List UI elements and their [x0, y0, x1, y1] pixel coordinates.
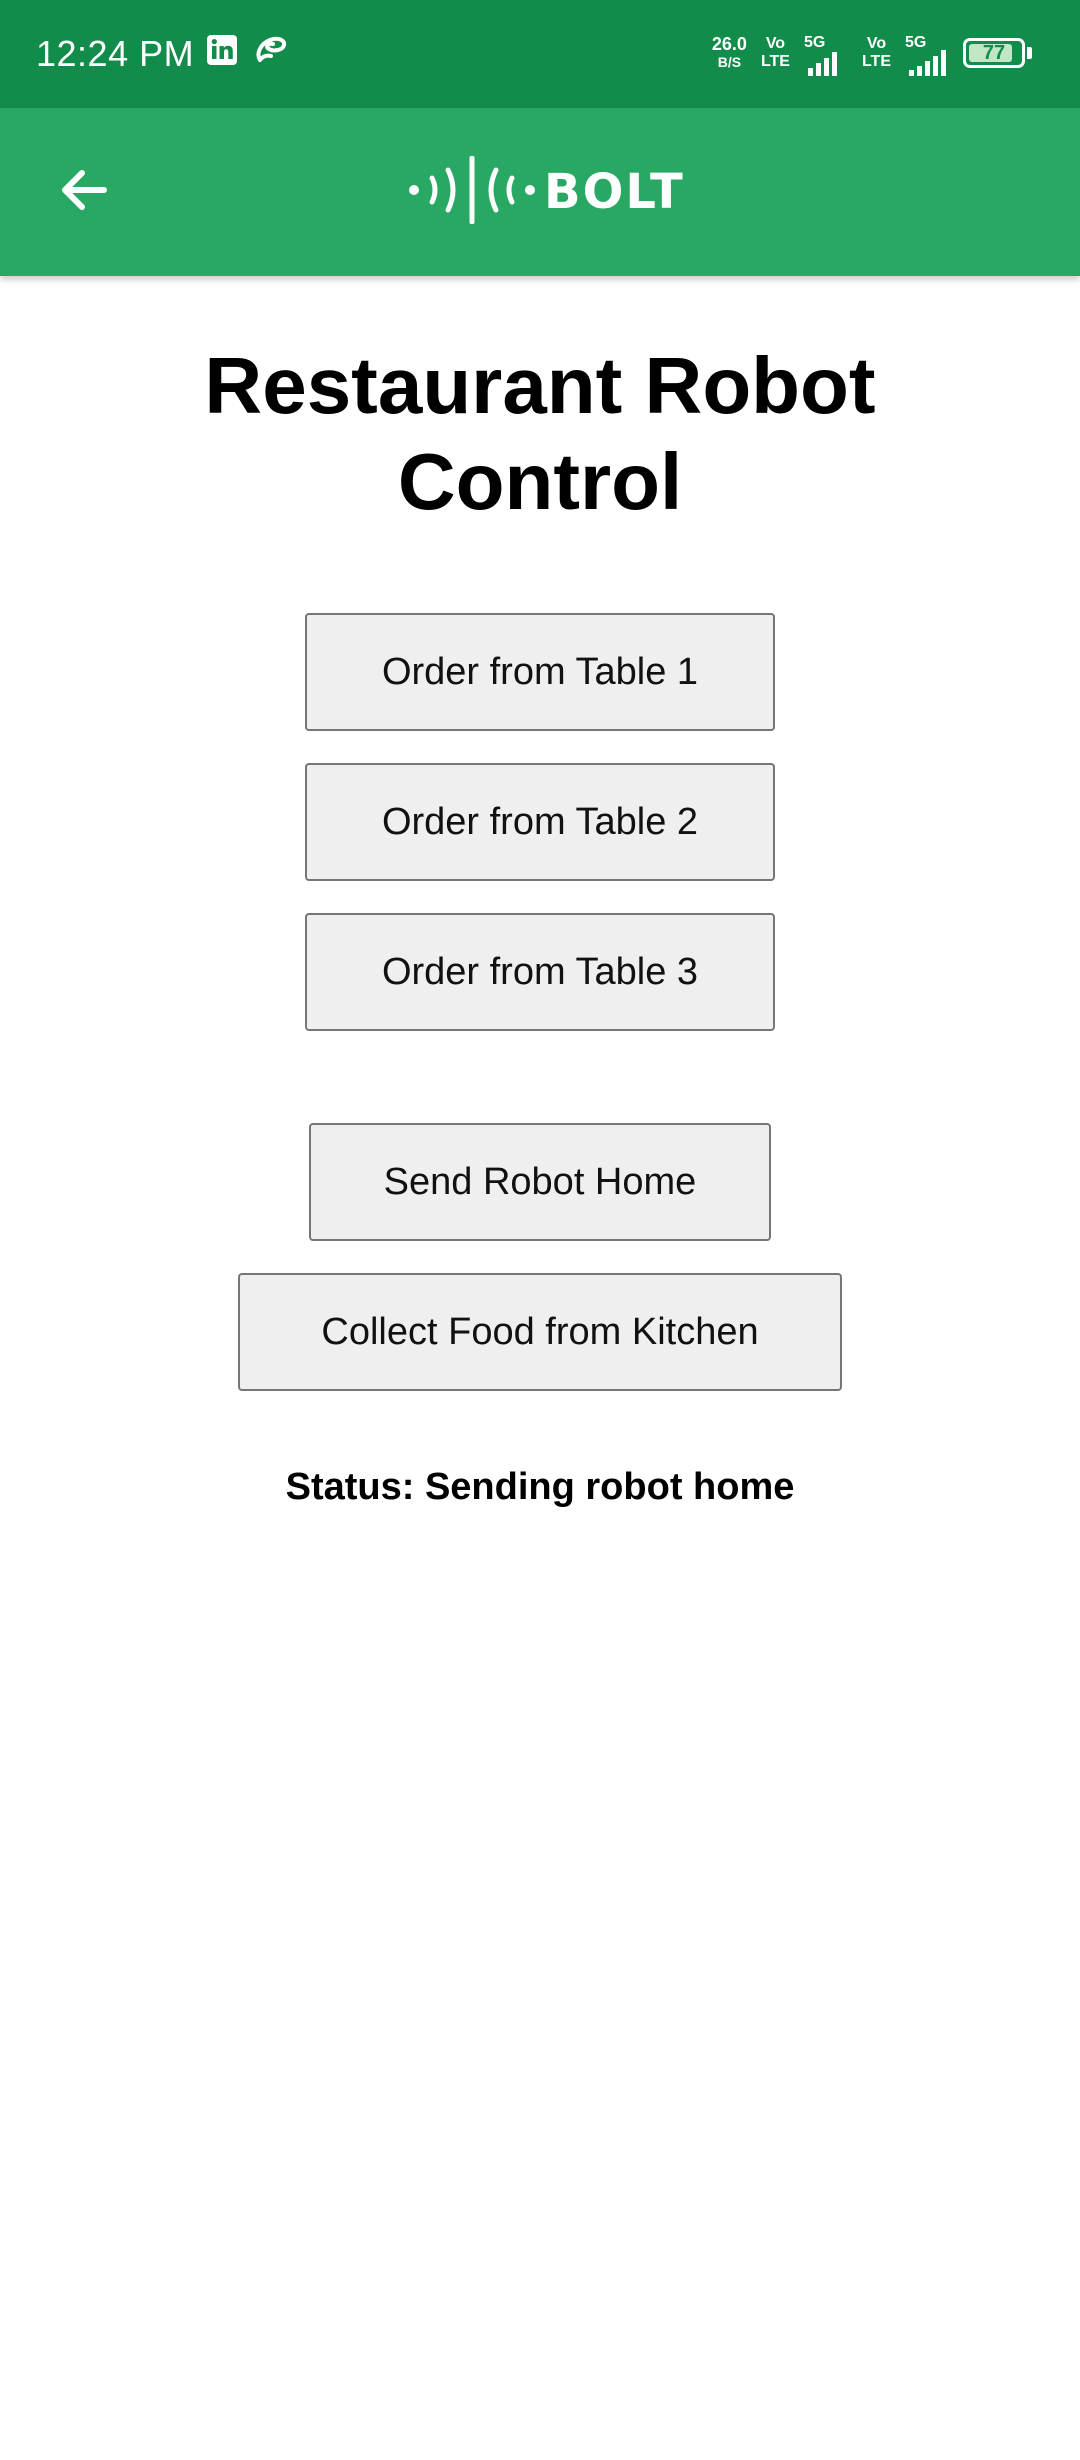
page-title: Restaurant Robot Control	[204, 341, 876, 526]
bolt-logo-text: BOLT	[544, 164, 685, 220]
sim2-signal-icon: 5G	[905, 30, 949, 76]
sim2-network-type: 5G	[905, 34, 927, 51]
battery-icon: 77	[963, 38, 1032, 68]
network-speed-value: 26.0	[711, 34, 747, 54]
sim2-volte: Vo LTE	[862, 35, 891, 71]
sim1-signal-icon: 5G	[804, 30, 848, 76]
airtel-icon	[254, 34, 288, 71]
order-table-3-button[interactable]: Order from Table 3	[305, 913, 775, 1031]
battery-level: 77	[982, 41, 1006, 64]
network-speed: 26.0 B/S	[712, 35, 747, 71]
sim1-network-type: 5G	[803, 34, 826, 51]
send-robot-home-button[interactable]: Send Robot Home	[309, 1123, 771, 1241]
app-bar: BOLT	[0, 108, 1080, 276]
bolt-logo: BOLT	[408, 155, 685, 229]
arrow-left-icon	[56, 162, 112, 223]
order-table-2-button[interactable]: Order from Table 2	[305, 763, 775, 881]
sim1-volte: Vo LTE	[761, 35, 790, 71]
status-left-icons	[206, 34, 288, 71]
order-table-1-button[interactable]: Order from Table 1	[305, 613, 775, 731]
sim1-volte-top: Vo	[765, 35, 786, 52]
sim2-volte-bottom: LTE	[861, 53, 891, 70]
bolt-signal-icon	[408, 155, 536, 229]
status-right-cluster: 26.0 B/S Vo LTE 5G Vo LTE 5G 77	[712, 30, 1032, 76]
status-bar: 12:24 PM 26.0 B/S Vo LTE 5G Vo LTE 5G 77	[0, 0, 1080, 108]
collect-food-button[interactable]: Collect Food from Kitchen	[238, 1273, 842, 1391]
status-time: 12:24 PM	[36, 33, 195, 74]
back-button[interactable]	[44, 152, 124, 232]
linkedin-icon	[206, 34, 238, 71]
robot-status-text: Status: Sending robot home	[285, 1466, 795, 1508]
network-speed-unit: B/S	[717, 54, 742, 70]
sim1-volte-bottom: LTE	[760, 53, 790, 70]
sim2-volte-top: Vo	[866, 35, 887, 52]
